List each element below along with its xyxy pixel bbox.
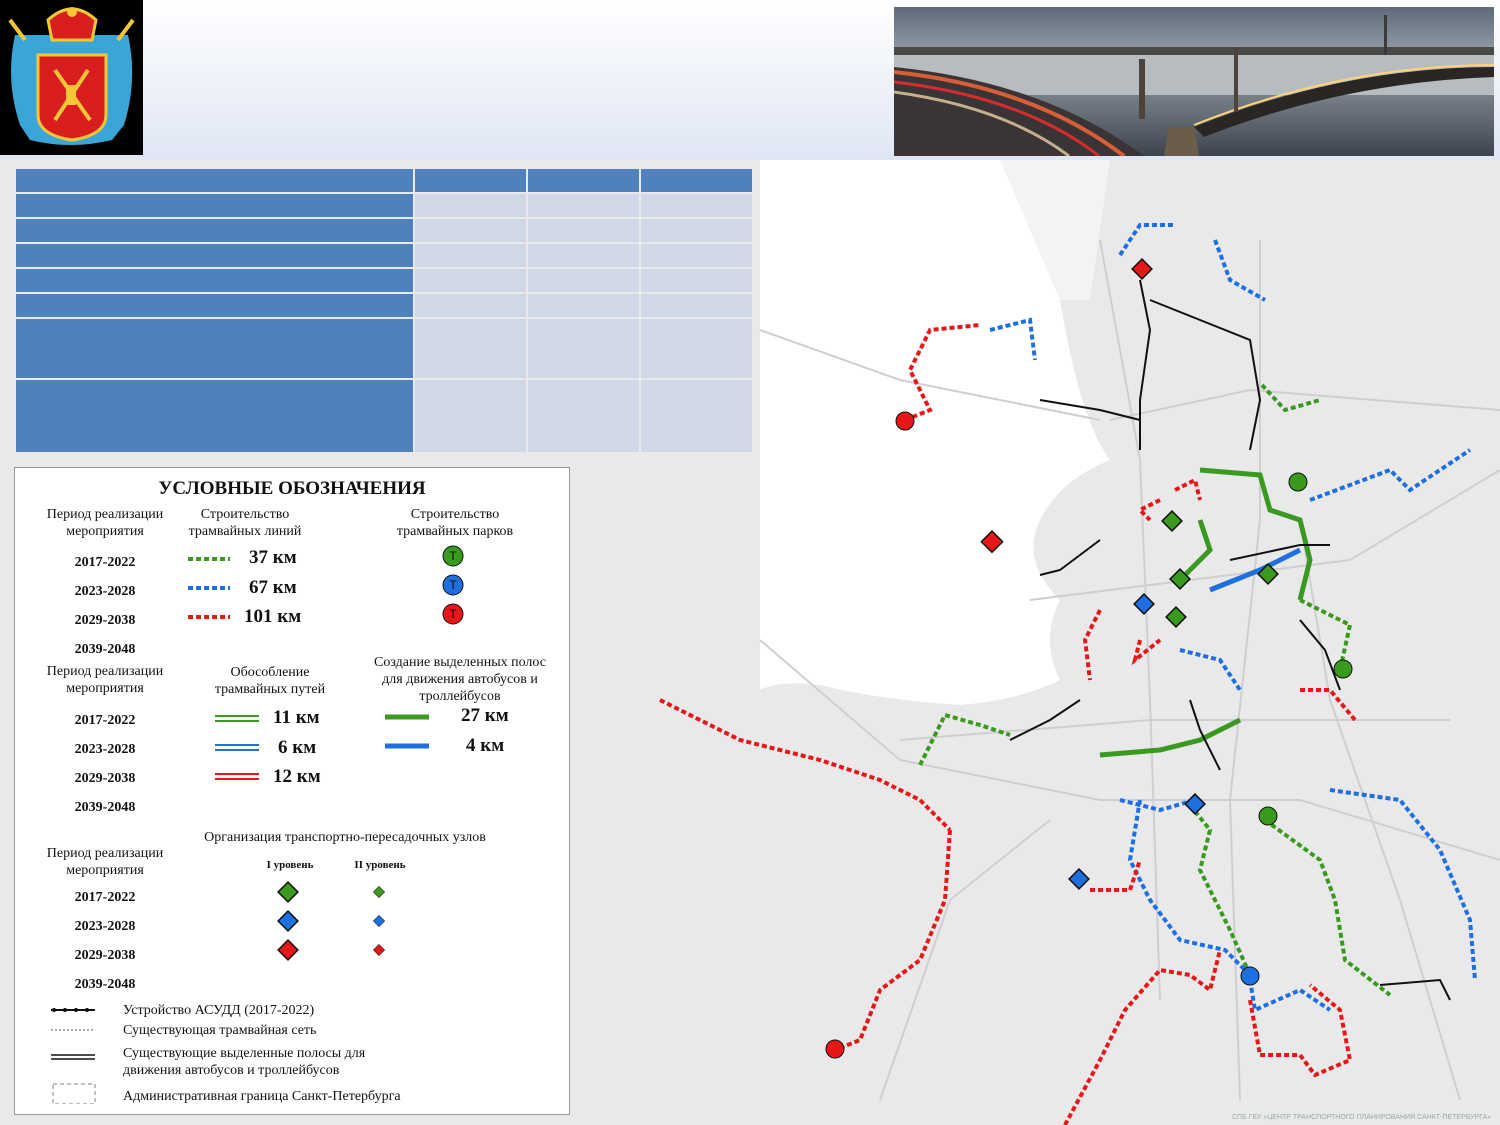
isolation-km-3: 12 км xyxy=(273,766,321,787)
table-row xyxy=(16,244,752,267)
tram-depot-icons: Т Т Т xyxy=(442,545,464,625)
period-2017: 2017-2022 xyxy=(74,713,136,728)
table-row xyxy=(16,219,752,242)
period-2017: 2017-2022 xyxy=(74,890,136,905)
period-2029: 2029-2038 xyxy=(74,613,136,628)
map-credit: СПБ ГБУ «ЦЕНТР ТРАНСПОРТНОГО ПЛАНИРОВАНИ… xyxy=(1232,1114,1492,1121)
tram-line-symbols xyxy=(188,557,230,619)
border-label: Административная граница Санкт-Петербург… xyxy=(123,1089,401,1104)
tram-lines-label: Строительство трамвайных линий xyxy=(188,507,302,539)
period-2023: 2023-2028 xyxy=(74,919,136,934)
hubs-level2-label: II уровень xyxy=(354,859,406,871)
table-row xyxy=(16,294,752,317)
tram-lines-km-1: 37 км xyxy=(249,547,297,568)
hubs-level1-label: I уровень xyxy=(266,859,314,871)
existing-tram-label: Существующая трамвайная сеть xyxy=(123,1023,317,1038)
period-2029: 2029-2038 xyxy=(74,771,136,786)
legend-title: УСЛОВНЫЕ ОБОЗНАЧЕНИЯ xyxy=(158,478,426,499)
isolation-km-2: 6 км xyxy=(278,737,317,758)
period-label: Период реализации мероприятия xyxy=(46,846,164,878)
tram-depot-letter: Т xyxy=(449,578,457,592)
data-table xyxy=(14,167,754,454)
period-label: Период реализации мероприятия xyxy=(46,507,164,539)
table-row xyxy=(16,194,752,217)
hubs-label: Организация транспортно-пересадочных узл… xyxy=(204,830,486,845)
tram-lines-km-2: 67 км xyxy=(249,577,297,598)
bus-lanes-km-2: 4 км xyxy=(466,735,505,756)
period-2039: 2039-2048 xyxy=(74,800,136,815)
isolation-km-1: 11 км xyxy=(273,707,320,728)
table-row xyxy=(16,380,752,452)
misc-symbols xyxy=(51,1008,96,1104)
period-2039: 2039-2048 xyxy=(74,642,136,657)
existing-lanes-label: Существующие выделенные полосы для движе… xyxy=(123,1046,366,1078)
tram-lines-km-3: 101 км xyxy=(244,606,302,627)
tram-isolation-symbols xyxy=(215,715,259,780)
period-label: Период реализации мероприятия xyxy=(46,664,164,696)
period-2039: 2039-2048 xyxy=(74,977,136,992)
table-row xyxy=(16,319,752,378)
period-2023: 2023-2028 xyxy=(74,584,136,599)
tram-depot-letter: Т xyxy=(449,549,457,563)
city-bridge-photo xyxy=(894,7,1494,156)
period-2029: 2029-2038 xyxy=(74,948,136,963)
table-row xyxy=(16,269,752,292)
bus-lanes-label: Создание выделенных полос для движения а… xyxy=(374,655,546,704)
tram-isolation-label: Обособление трамвайных путей xyxy=(214,665,326,697)
tram-depots-label: Строительство трамвайных парков xyxy=(396,507,514,539)
hub-symbols xyxy=(277,881,386,961)
period-2017: 2017-2022 xyxy=(74,555,136,570)
bus-lane-symbols xyxy=(385,714,429,749)
asudd-label: Устройство АСУДД (2017-2022) xyxy=(123,1003,315,1018)
coat-of-arms-logo xyxy=(0,0,143,155)
bus-lanes-km-1: 27 км xyxy=(461,705,509,726)
map-legend: УСЛОВНЫЕ ОБОЗНАЧЕНИЯ Период реализации м… xyxy=(14,467,570,1115)
tram-depot-letter: Т xyxy=(449,607,457,621)
slide-header xyxy=(0,0,1500,160)
table-header-row xyxy=(16,169,752,192)
period-2023: 2023-2028 xyxy=(74,742,136,757)
